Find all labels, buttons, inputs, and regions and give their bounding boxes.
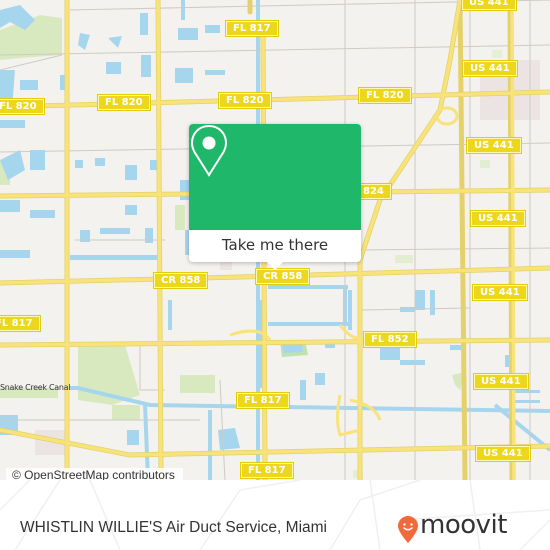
road-shield-us-441: US 441 xyxy=(471,211,525,226)
moovit-wordmark: moovit xyxy=(420,510,507,540)
popup-pointer xyxy=(267,262,283,270)
road-shield-us-441: US 441 xyxy=(462,0,516,10)
road-shield-us-441: US 441 xyxy=(476,446,530,461)
road-shield-fl-820: FL 820 xyxy=(359,88,411,103)
road-shield-cr-858: CR 858 xyxy=(256,269,310,284)
road-shield-fl-820: FL 820 xyxy=(98,95,150,110)
road-shield-fl-817: FL 817 xyxy=(226,21,278,36)
road-shield-fl-817: FL 817 xyxy=(241,463,293,478)
take-me-there-button[interactable]: Take me there xyxy=(189,230,361,262)
road-shield-fl-820: FL 820 xyxy=(0,99,44,114)
map-pin-icon xyxy=(190,124,228,177)
water-label-snake-creek-canal: Snake Creek Canal xyxy=(0,383,71,392)
road-shield-us-441: US 441 xyxy=(467,138,521,153)
destination-popup[interactable]: Take me there xyxy=(189,124,361,270)
road-shield-fl-817: FL 817 xyxy=(237,393,289,408)
road-shield-us-441: US 441 xyxy=(474,374,528,389)
footer-bar: WHISTLIN WILLIE'S Air Duct Service, Miam… xyxy=(0,480,550,550)
road-shield-fl-820: FL 820 xyxy=(219,93,271,108)
road-shield-824: 824 xyxy=(356,184,391,199)
road-shield-fl-852: FL 852 xyxy=(364,332,416,347)
map-attribution[interactable]: © OpenStreetMap contributors xyxy=(6,468,183,480)
moovit-pin-icon xyxy=(398,516,418,543)
popup-header xyxy=(189,124,361,230)
road-shield-us-441: US 441 xyxy=(463,61,517,76)
map-view[interactable]: Snake Creek Canal US 441 FL 817 US 441 F… xyxy=(0,0,550,480)
place-title: WHISTLIN WILLIE'S Air Duct Service, Miam… xyxy=(20,519,327,536)
road-shield-fl-817: FL 817 xyxy=(0,316,40,331)
road-shield-cr-858: CR 858 xyxy=(154,273,208,288)
road-shield-us-441: US 441 xyxy=(473,285,527,300)
